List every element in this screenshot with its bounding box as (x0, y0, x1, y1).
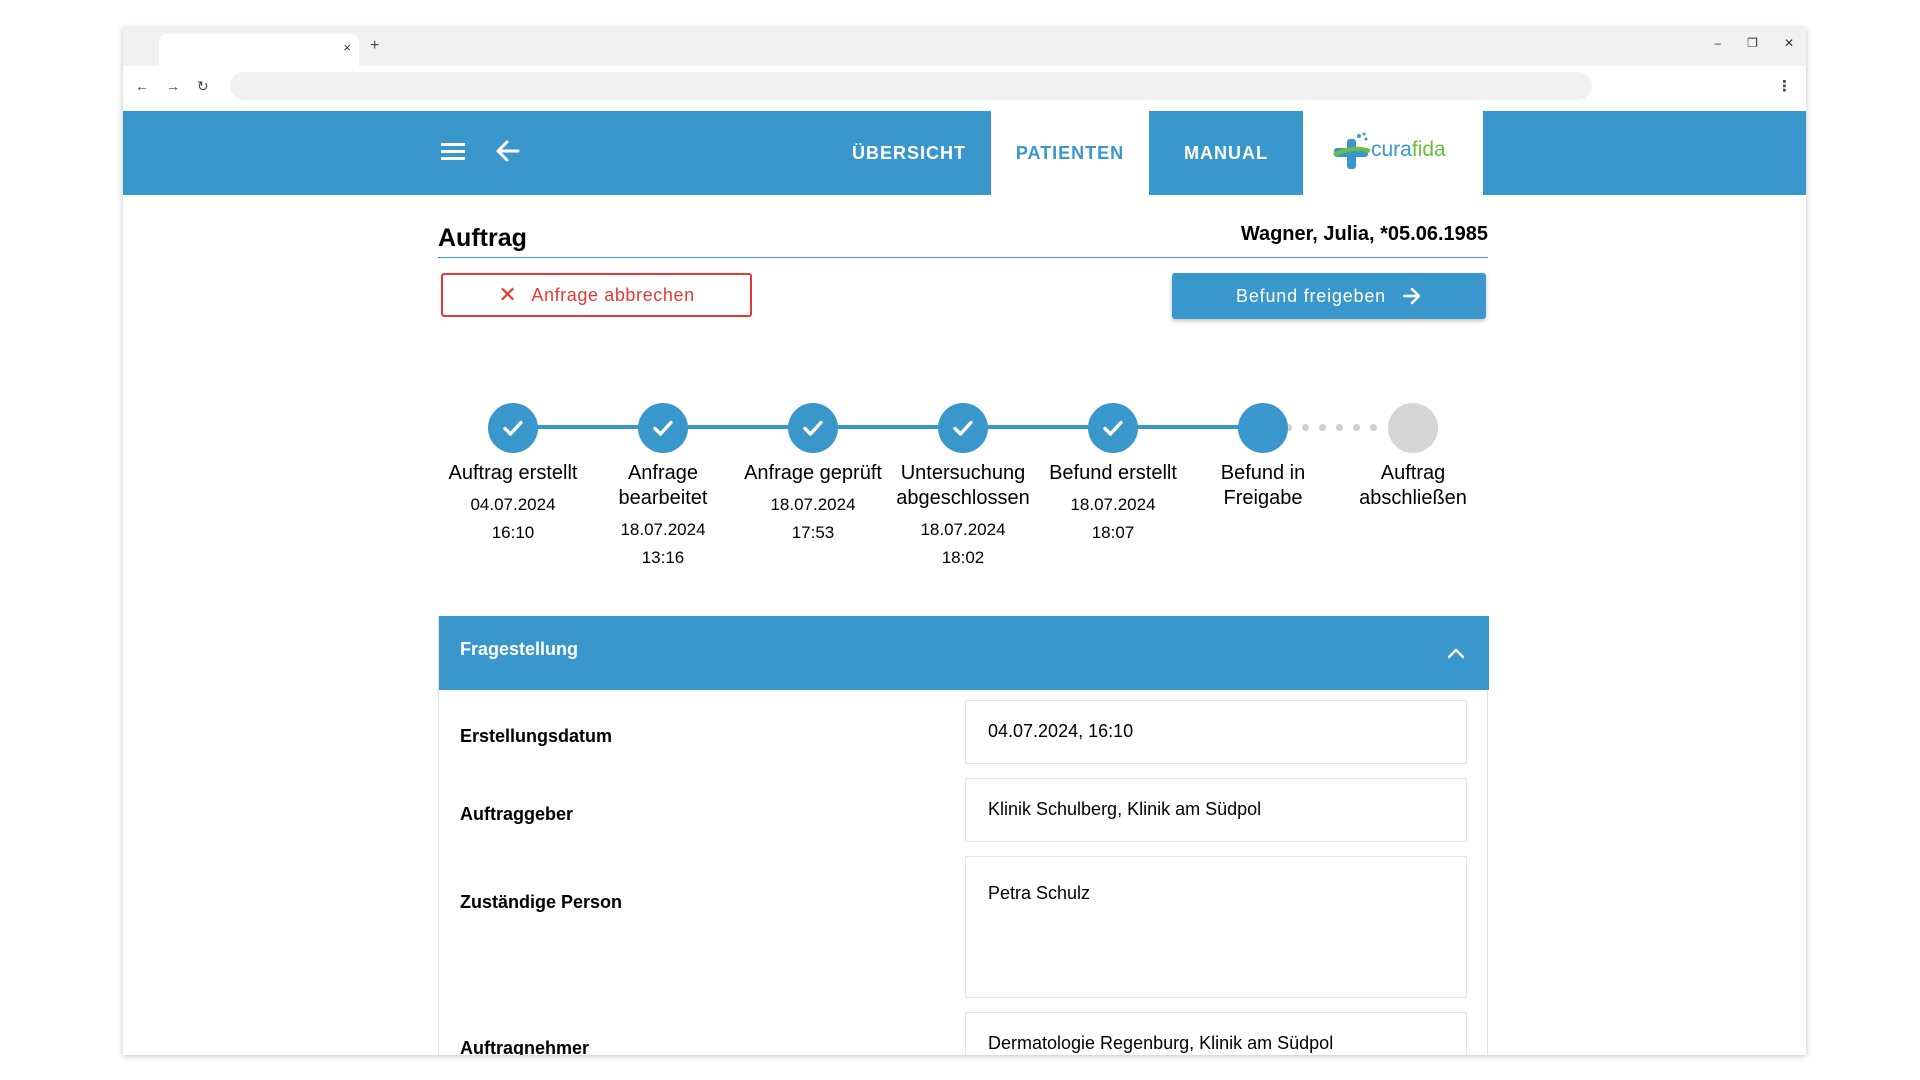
field-label-auftragnehmer: Auftragnehmer (460, 1038, 590, 1055)
step-label: Anfrage bearbeitet (618, 462, 708, 509)
forward-nav-icon[interactable]: → (166, 78, 180, 94)
nav-tab-manual[interactable]: MANUAL (1149, 111, 1303, 195)
restore-icon[interactable]: ❐ (1747, 36, 1758, 50)
step-date: 18.07.2024 (1070, 495, 1156, 514)
step-label: Befund erstellt (1049, 462, 1177, 484)
chevron-up-icon[interactable] (1445, 642, 1467, 664)
stepper-step: Anfrage bearbeitet 18.07.2024 13:16 (588, 403, 738, 572)
arrow-right-icon (1402, 287, 1421, 305)
step-timestamp: 18.07.2024 18:02 (888, 516, 1038, 572)
browser-menu-icon[interactable]: ⋮ (1777, 77, 1792, 95)
step-label: Anfrage geprüft (744, 462, 882, 484)
step-label: Auftrag abschließen (1359, 462, 1467, 509)
step-date: 18.07.2024 (620, 520, 706, 539)
step-done-check-icon (788, 403, 838, 453)
step-label: Untersuchung abgeschlossen (896, 462, 1030, 509)
step-label: Befund in Freigabe (1220, 462, 1306, 509)
close-window-icon[interactable]: ✕ (1784, 36, 1794, 50)
stepper-step: Befund erstellt 18.07.2024 18:07 (1038, 403, 1188, 547)
nav-tab-uebersicht[interactable]: ÜBERSICHT (838, 111, 980, 195)
close-icon: ✕ (498, 282, 518, 307)
step-time: 13:16 (641, 548, 685, 567)
progress-stepper: Auftrag erstellt 04.07.2024 16:10 Anfrage b… (438, 403, 1488, 573)
step-done-check-icon (488, 403, 538, 453)
step-done-check-icon (638, 403, 688, 453)
back-nav-icon[interactable]: ← (135, 78, 149, 94)
step-date: 18.07.2024 (770, 495, 856, 514)
step-timestamp: 18.07.2024 17:53 (738, 491, 888, 547)
curafida-logo[interactable]: curafida (1303, 111, 1483, 195)
field-value-auftraggeber[interactable]: Klinik Schulberg, Klinik am Südpol (965, 778, 1467, 842)
fragestellung-panel: Fragestellung Erstellungsdatum 04.07.202… (438, 616, 1489, 1055)
logo-wordmark: curafida (1371, 138, 1446, 162)
stepper-step: Befund in Freigabe (1188, 403, 1338, 511)
step-timestamp: 18.07.2024 18:07 (1038, 491, 1188, 547)
step-time: 17:53 (791, 523, 835, 542)
step-time: 16:10 (491, 523, 535, 542)
stepper-step: Auftrag abschließen (1338, 403, 1488, 511)
browser-tab[interactable]: × (159, 34, 359, 66)
logo-cross-icon (1333, 132, 1371, 169)
page-title: Auftrag (438, 224, 527, 252)
browser-toolbar: ← → ↻ ⋮ (123, 66, 1806, 111)
new-tab-icon[interactable]: + (370, 37, 379, 55)
cancel-request-label: Anfrage abbrechen (531, 284, 695, 305)
logo-part-1: cura (1371, 138, 1412, 161)
field-label-zustaendige-person: Zuständige Person (460, 892, 623, 912)
field-value-erstellungsdatum[interactable]: 04.07.2024, 16:10 (965, 700, 1467, 764)
release-findings-button[interactable]: Befund freigeben (1172, 273, 1486, 319)
step-done-check-icon (938, 403, 988, 453)
field-label-erstellungsdatum: Erstellungsdatum (460, 726, 613, 746)
step-date: 18.07.2024 (920, 520, 1006, 539)
hamburger-menu-icon[interactable] (441, 143, 465, 161)
step-current-indicator (1238, 403, 1288, 453)
address-bar[interactable] (230, 72, 1592, 100)
stepper-step: Anfrage geprüft 18.07.2024 17:53 (738, 403, 888, 547)
title-divider (438, 257, 1488, 258)
close-tab-icon[interactable]: × (343, 40, 351, 55)
tab-strip: × + – ❐ ✕ (123, 28, 1806, 66)
browser-window: × + – ❐ ✕ ← → ↻ ⋮ ÜBERSICHT PATIENTEN MA… (123, 28, 1806, 1055)
reload-icon[interactable]: ↻ (197, 78, 209, 95)
cancel-request-button[interactable]: ✕ Anfrage abbrechen (441, 273, 752, 317)
panel-header[interactable]: Fragestellung (439, 616, 1489, 690)
window-controls: – ❐ ✕ (1714, 36, 1794, 50)
step-pending-indicator (1388, 403, 1438, 453)
step-timestamp: 18.07.2024 13:16 (588, 516, 738, 572)
field-value-zustaendige-person[interactable]: Petra Schulz (965, 856, 1467, 998)
stepper-step: Untersuchung abgeschlossen 18.07.2024 18:0… (888, 403, 1038, 572)
step-time: 18:07 (1091, 523, 1135, 542)
field-value-auftragnehmer[interactable]: Dermatologie Regenburg, Klinik am Südpol (965, 1012, 1467, 1055)
logo-part-2: fida (1411, 138, 1446, 161)
release-findings-label: Befund freigeben (1236, 285, 1386, 306)
back-arrow-icon[interactable] (494, 137, 522, 165)
field-label-auftraggeber: Auftraggeber (460, 804, 574, 824)
stepper-step: Auftrag erstellt 04.07.2024 16:10 (438, 403, 588, 547)
step-date: 04.07.2024 (470, 495, 556, 514)
step-time: 18:02 (941, 548, 985, 567)
panel-title: Fragestellung (460, 639, 579, 659)
step-label: Auftrag erstellt (448, 462, 578, 484)
minimize-icon[interactable]: – (1714, 36, 1721, 50)
nav-tab-patienten[interactable]: PATIENTEN (991, 111, 1149, 195)
step-done-check-icon (1088, 403, 1138, 453)
patient-info: Wagner, Julia, *05.06.1985 (1240, 223, 1488, 245)
app-header: ÜBERSICHT PATIENTEN MANUAL curafida (123, 111, 1806, 195)
step-timestamp: 04.07.2024 16:10 (438, 491, 588, 547)
